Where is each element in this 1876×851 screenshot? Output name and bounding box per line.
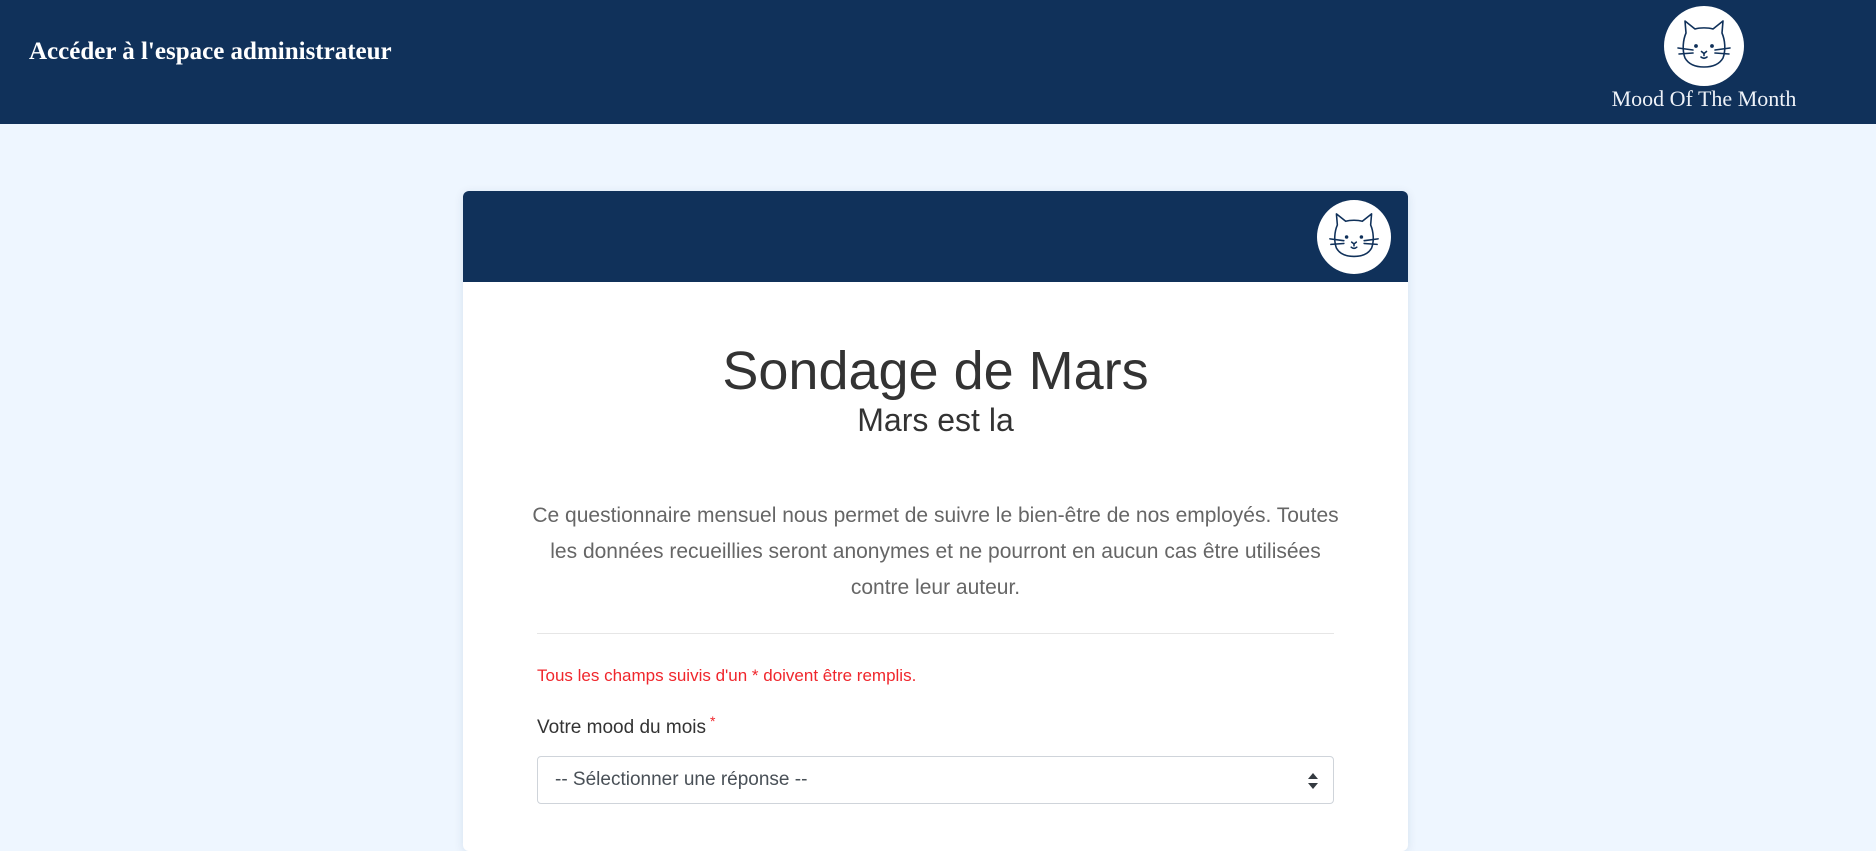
cat-face-icon bbox=[1317, 200, 1391, 274]
survey-title: Sondage de Mars bbox=[722, 341, 1149, 401]
survey-subtitle: Mars est la bbox=[857, 402, 1014, 438]
survey-card: Sondage de Mars Mars est la Ce questionn… bbox=[463, 191, 1408, 851]
brand-name: Mood Of The Month bbox=[1611, 86, 1797, 111]
mood-select-value: -- Sélectionner une réponse -- bbox=[555, 769, 808, 790]
mood-select[interactable]: -- Sélectionner une réponse -- bbox=[537, 756, 1334, 804]
required-star: * bbox=[709, 713, 716, 729]
required-fields-note: Tous les champs suivis d'un * doivent êt… bbox=[537, 666, 917, 685]
cat-face-icon bbox=[1664, 6, 1744, 86]
mood-field-label-text: Votre mood du mois bbox=[537, 717, 706, 738]
card-header bbox=[463, 191, 1408, 282]
select-arrows-icon bbox=[1307, 771, 1319, 791]
admin-space-link[interactable]: Accéder à l'espace administrateur bbox=[29, 38, 392, 66]
survey-intro-text: Ce questionnaire mensuel nous permet de … bbox=[532, 504, 1339, 599]
top-navbar: Accéder à l'espace administrateur Mood O… bbox=[0, 0, 1876, 124]
brand[interactable]: Mood Of The Month bbox=[1598, 6, 1810, 116]
mood-field-label: Votre mood du mois * bbox=[537, 713, 715, 739]
divider bbox=[537, 633, 1334, 634]
